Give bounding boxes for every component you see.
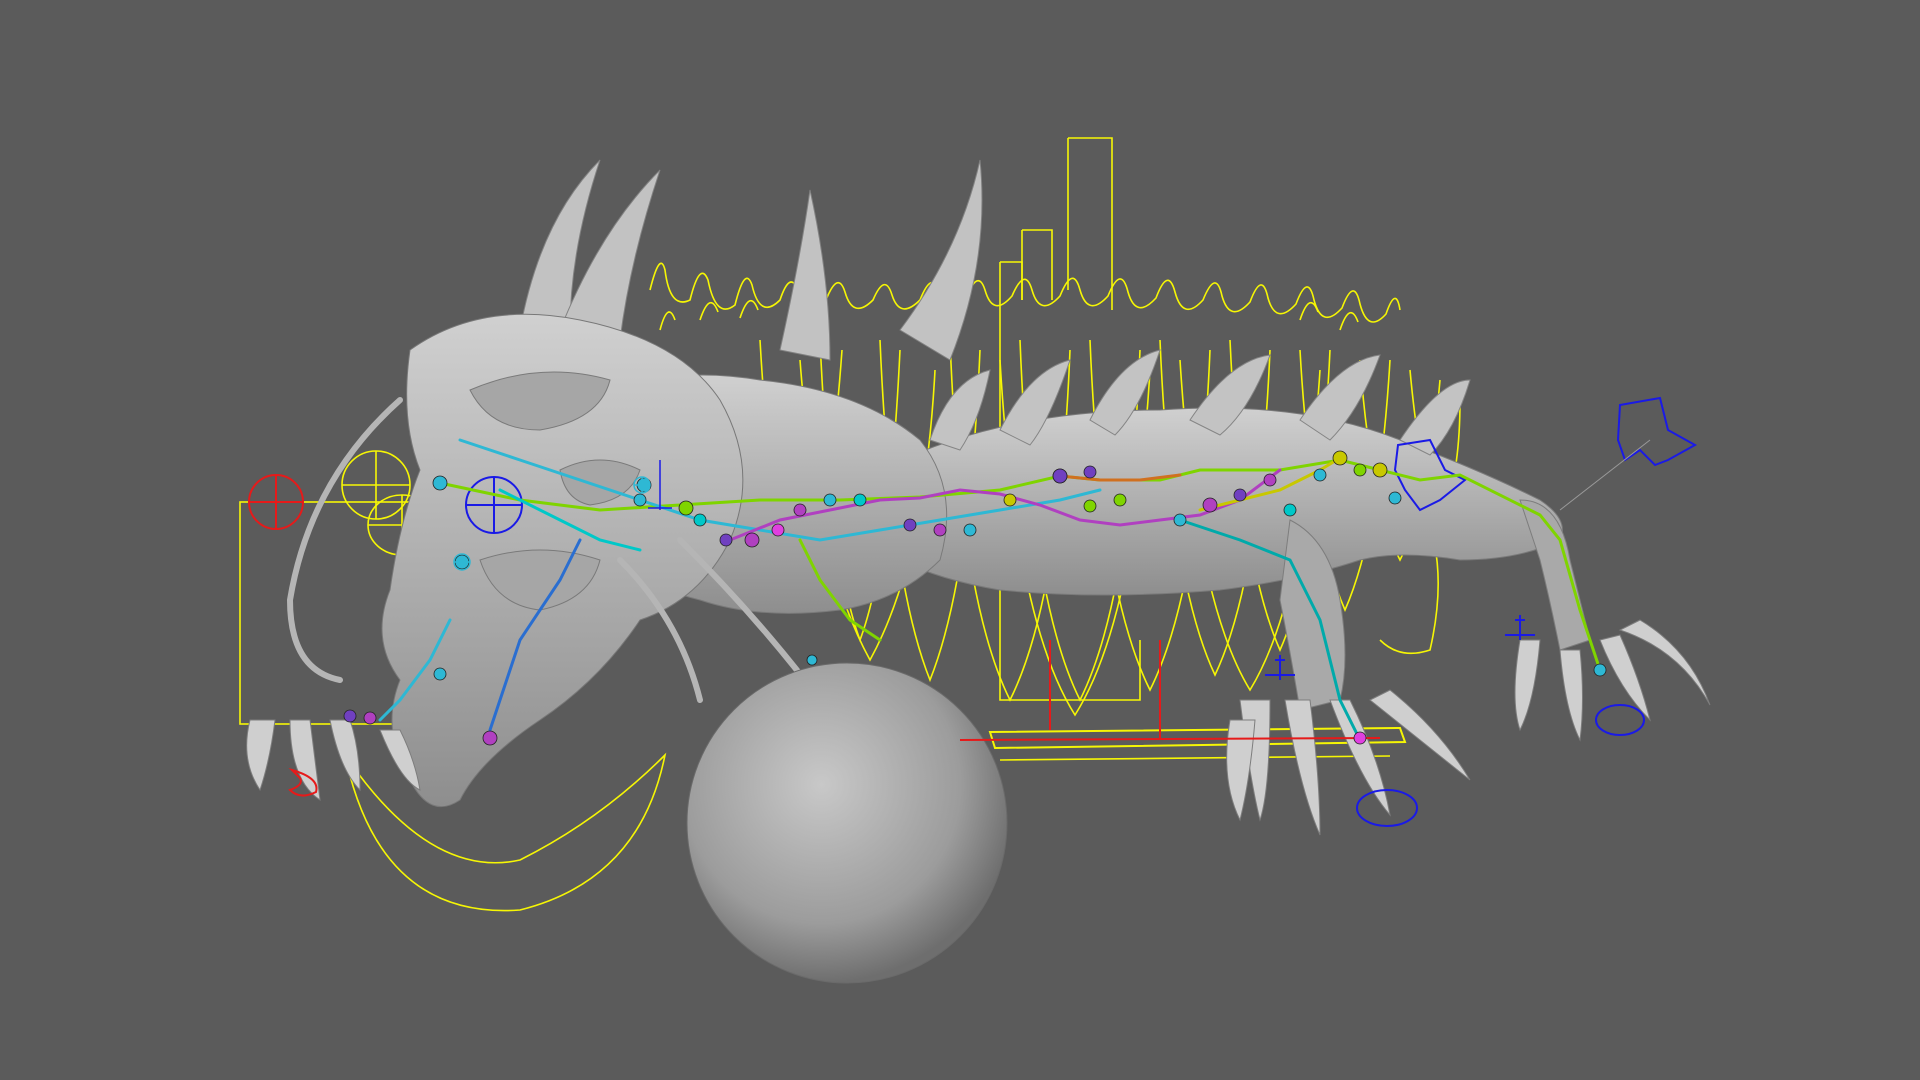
pearl-sphere[interactable] [686,662,1008,984]
viewport-canvas[interactable] [0,0,1920,1080]
3d-viewport[interactable] [0,0,1920,1080]
